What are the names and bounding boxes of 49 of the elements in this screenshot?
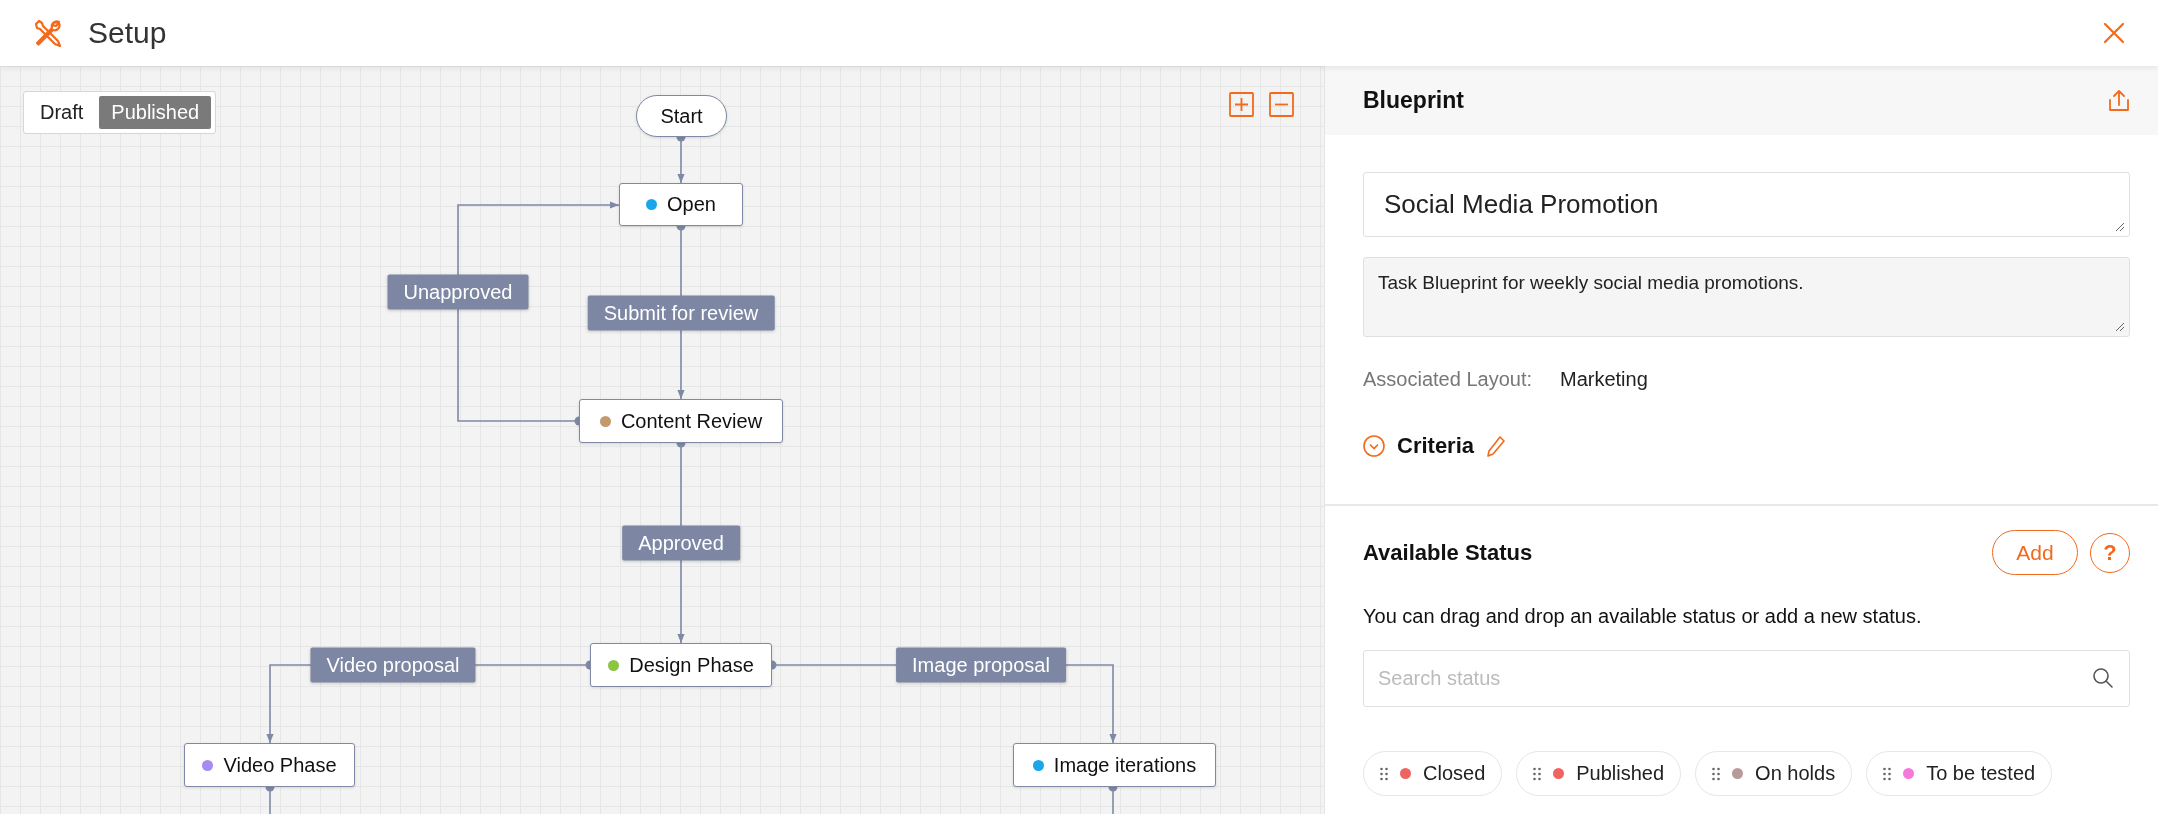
hint-text: You can drag and drop an available status or add a new status. bbox=[1363, 605, 1923, 628]
status-name: To be tested bbox=[1926, 762, 2036, 785]
drag-handle-icon[interactable] bbox=[1380, 766, 1388, 781]
share-button[interactable] bbox=[2106, 87, 2132, 114]
drag-handle-icon[interactable] bbox=[1883, 766, 1892, 781]
status-chip[interactable]: To be tested bbox=[1866, 751, 2053, 796]
status-name: Open bbox=[667, 193, 716, 216]
status-node[interactable]: Open bbox=[619, 183, 743, 226]
layout-value: Marketing bbox=[1560, 368, 1648, 391]
name-field[interactable]: Social Media Promotion bbox=[1363, 172, 2130, 237]
transition-label[interactable]: Approved bbox=[622, 525, 740, 561]
resize-grip-icon[interactable] bbox=[2115, 322, 2125, 332]
section-title: Available Status bbox=[1363, 539, 1534, 566]
status-name: Content Review bbox=[620, 409, 763, 433]
resize-grip-icon[interactable] bbox=[2115, 222, 2125, 232]
drag-handle-icon[interactable] bbox=[1533, 766, 1542, 781]
page-title: Setup bbox=[88, 16, 167, 50]
status-chip[interactable]: On holds bbox=[1695, 751, 1853, 796]
status-name: Closed bbox=[1423, 762, 1486, 785]
status-name: On holds bbox=[1755, 762, 1836, 785]
status-chip[interactable]: Published bbox=[1516, 751, 1682, 796]
transition-label[interactable]: Image proposal bbox=[896, 647, 1066, 683]
status-node[interactable]: Image iterations bbox=[1013, 743, 1216, 787]
close-button[interactable] bbox=[2102, 21, 2126, 45]
start-node[interactable]: Start bbox=[636, 95, 727, 137]
search-icon[interactable] bbox=[2092, 667, 2114, 689]
panel-title: Blueprint bbox=[1363, 87, 1464, 114]
transition-label[interactable]: Submit for review bbox=[587, 295, 775, 331]
status-chip[interactable]: Closed bbox=[1363, 751, 1503, 796]
status-node[interactable]: Design Phase bbox=[590, 643, 772, 687]
drag-handle-icon[interactable] bbox=[1712, 766, 1721, 781]
status-node[interactable]: Content Review bbox=[579, 399, 783, 443]
chevron-circle-icon[interactable] bbox=[1363, 435, 1385, 457]
status-name: Video Phase bbox=[223, 753, 337, 777]
zoom-in-button[interactable] bbox=[1229, 92, 1254, 117]
status-name: Published bbox=[1576, 762, 1665, 785]
zoom-out-button[interactable] bbox=[1269, 92, 1294, 117]
description-field[interactable]: Task Blueprint for weekly social media promotions. bbox=[1363, 257, 2130, 337]
status-name: Design Phase bbox=[629, 653, 754, 677]
tools-icon bbox=[32, 17, 64, 49]
status-name: Image iterations bbox=[1053, 753, 1197, 777]
view-tab[interactable]: Published bbox=[99, 96, 212, 129]
layout-label: Associated Layout: bbox=[1363, 368, 1532, 391]
status-node[interactable]: Video Phase bbox=[184, 743, 355, 787]
pencil-icon[interactable] bbox=[1486, 435, 1507, 457]
transition-label[interactable]: Unapproved bbox=[387, 274, 529, 310]
transition-label[interactable]: Video proposal bbox=[310, 647, 476, 683]
search-field[interactable]: Search status bbox=[1363, 650, 2130, 707]
criteria-label: Criteria bbox=[1397, 433, 1475, 459]
